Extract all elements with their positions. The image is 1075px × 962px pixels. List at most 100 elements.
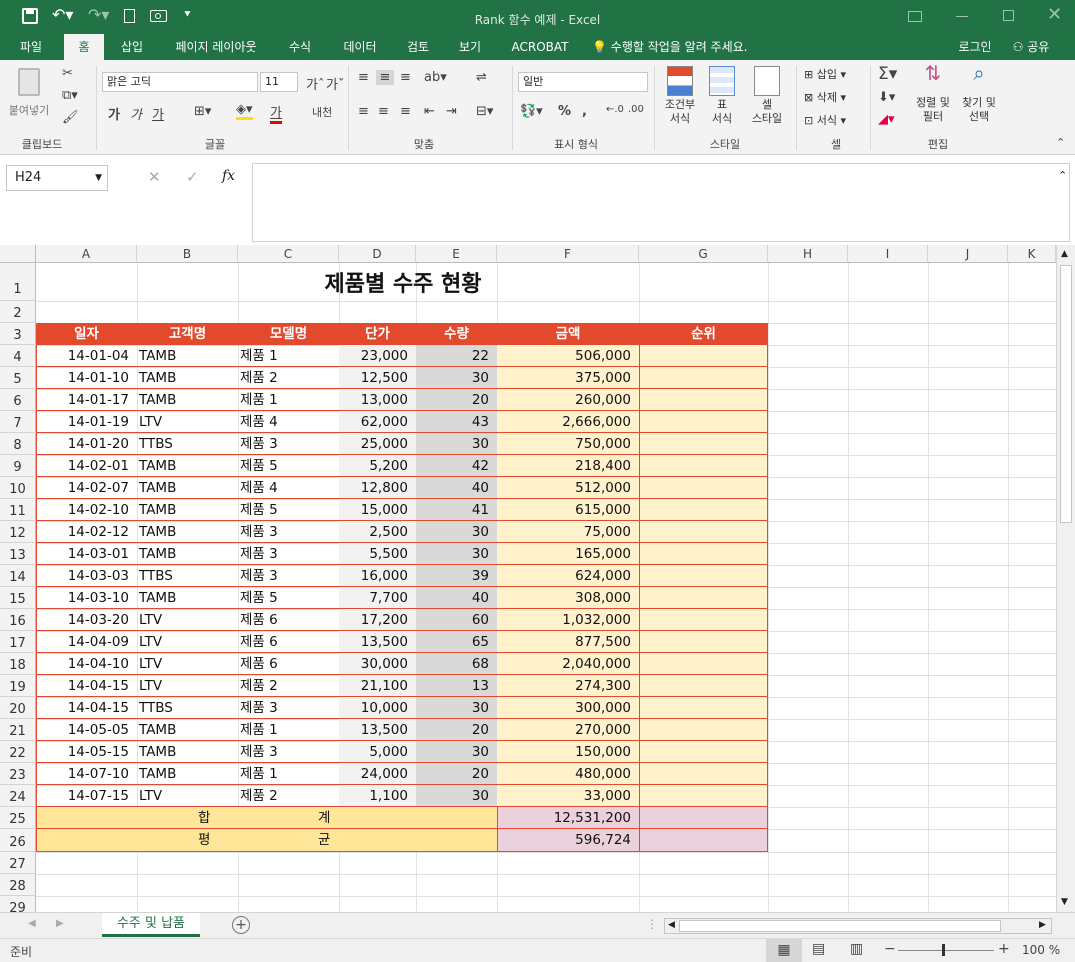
rank-cell[interactable] bbox=[639, 675, 768, 697]
column-header-b[interactable]: B bbox=[137, 245, 238, 263]
rank-cell[interactable] bbox=[639, 411, 768, 433]
model-cell[interactable]: 제품 4 bbox=[238, 477, 339, 499]
row-header-16[interactable]: 16 bbox=[0, 609, 36, 631]
amount-cell[interactable]: 480,000 bbox=[497, 763, 639, 785]
tab-insert[interactable]: 삽입 bbox=[112, 34, 152, 60]
rank-cell[interactable] bbox=[639, 477, 768, 499]
qty-cell[interactable]: 42 bbox=[416, 455, 497, 477]
tab-page-layout[interactable]: 페이지 레이아웃 bbox=[164, 34, 268, 60]
model-cell[interactable]: 제품 5 bbox=[238, 455, 339, 477]
format-as-table-button[interactable]: 표 서식 bbox=[702, 66, 742, 126]
increase-decimal-icon[interactable]: ←.0 bbox=[606, 104, 624, 115]
customer-cell[interactable]: TTBS bbox=[137, 697, 238, 719]
customer-cell[interactable]: TAMB bbox=[137, 763, 238, 785]
scroll-down-icon[interactable]: ▼ bbox=[1061, 897, 1068, 907]
date-cell[interactable]: 14-04-09 bbox=[36, 631, 137, 653]
row-header-10[interactable]: 10 bbox=[0, 477, 36, 499]
rank-cell[interactable] bbox=[639, 697, 768, 719]
share-button[interactable]: ⚇ 공유 bbox=[1006, 34, 1056, 60]
customer-cell[interactable]: TAMB bbox=[137, 477, 238, 499]
row-header-19[interactable]: 19 bbox=[0, 675, 36, 697]
row-header-8[interactable]: 8 bbox=[0, 433, 36, 455]
underline-button[interactable]: 가 bbox=[152, 104, 164, 123]
font-shrink-icon[interactable]: 가ˇ bbox=[326, 74, 344, 93]
row-header-15[interactable]: 15 bbox=[0, 587, 36, 609]
qty-cell[interactable]: 30 bbox=[416, 367, 497, 389]
price-cell[interactable]: 17,200 bbox=[339, 609, 416, 631]
align-top-icon[interactable]: ≡ bbox=[358, 70, 369, 85]
customer-cell[interactable]: LTV bbox=[137, 631, 238, 653]
currency-icon[interactable]: 💱▾ bbox=[520, 104, 543, 119]
price-cell[interactable]: 12,800 bbox=[339, 477, 416, 499]
amount-cell[interactable]: 877,500 bbox=[497, 631, 639, 653]
model-cell[interactable]: 제품 3 bbox=[238, 521, 339, 543]
delete-cells-button[interactable]: ⊠ 삭제 ▾ bbox=[804, 91, 846, 105]
customer-cell[interactable]: TAMB bbox=[137, 499, 238, 521]
sort-filter-button[interactable]: ⇅ 정렬 및 필터 bbox=[910, 63, 956, 124]
qty-cell[interactable]: 13 bbox=[416, 675, 497, 697]
model-cell[interactable]: 제품 1 bbox=[238, 345, 339, 367]
column-header-g[interactable]: G bbox=[639, 245, 768, 263]
customer-cell[interactable]: TTBS bbox=[137, 565, 238, 587]
name-box[interactable]: H24 ▼ bbox=[6, 165, 108, 191]
qty-cell[interactable]: 30 bbox=[416, 741, 497, 763]
date-cell[interactable]: 14-01-10 bbox=[36, 367, 137, 389]
bold-button[interactable]: 가 bbox=[108, 104, 120, 123]
customer-cell[interactable]: TAMB bbox=[137, 543, 238, 565]
percent-icon[interactable]: % bbox=[558, 104, 571, 119]
amount-cell[interactable]: 33,000 bbox=[497, 785, 639, 807]
vertical-scrollbar[interactable]: ▲ ▼ bbox=[1056, 245, 1075, 912]
qty-cell[interactable]: 39 bbox=[416, 565, 497, 587]
row-header-23[interactable]: 23 bbox=[0, 763, 36, 785]
qty-cell[interactable]: 20 bbox=[416, 389, 497, 411]
conditional-format-button[interactable]: 조건부 서식 bbox=[658, 66, 702, 126]
insert-cells-button[interactable]: ⊞ 삽입 ▾ bbox=[804, 68, 846, 82]
amount-cell[interactable]: 624,000 bbox=[497, 565, 639, 587]
rank-cell[interactable] bbox=[639, 389, 768, 411]
date-cell[interactable]: 14-02-07 bbox=[36, 477, 137, 499]
price-cell[interactable]: 1,100 bbox=[339, 785, 416, 807]
format-cells-button[interactable]: ⊡ 서식 ▾ bbox=[804, 114, 846, 128]
amount-cell[interactable]: 375,000 bbox=[497, 367, 639, 389]
row-header-12[interactable]: 12 bbox=[0, 521, 36, 543]
border-icon[interactable]: ⊞▾ bbox=[194, 104, 211, 119]
customer-cell[interactable]: LTV bbox=[137, 411, 238, 433]
expand-formula-icon[interactable]: ⌃ bbox=[1058, 169, 1067, 182]
customer-cell[interactable]: TAMB bbox=[137, 719, 238, 741]
model-cell[interactable]: 제품 2 bbox=[238, 785, 339, 807]
rank-cell[interactable] bbox=[639, 367, 768, 389]
customer-cell[interactable]: TAMB bbox=[137, 367, 238, 389]
date-cell[interactable]: 14-01-20 bbox=[36, 433, 137, 455]
tab-review[interactable]: 검토 bbox=[398, 34, 438, 60]
row-header-20[interactable]: 20 bbox=[0, 697, 36, 719]
model-cell[interactable]: 제품 3 bbox=[238, 741, 339, 763]
price-cell[interactable]: 30,000 bbox=[339, 653, 416, 675]
qty-cell[interactable]: 41 bbox=[416, 499, 497, 521]
model-cell[interactable]: 제품 5 bbox=[238, 587, 339, 609]
model-cell[interactable]: 제품 1 bbox=[238, 719, 339, 741]
date-cell[interactable]: 14-05-15 bbox=[36, 741, 137, 763]
price-cell[interactable]: 62,000 bbox=[339, 411, 416, 433]
price-cell[interactable]: 24,000 bbox=[339, 763, 416, 785]
align-right-icon[interactable]: ≡ bbox=[400, 104, 411, 119]
row-header-9[interactable]: 9 bbox=[0, 455, 36, 477]
row-header-25[interactable]: 25 bbox=[0, 807, 36, 829]
amount-cell[interactable]: 506,000 bbox=[497, 345, 639, 367]
amount-cell[interactable]: 150,000 bbox=[497, 741, 639, 763]
merge-center-icon[interactable]: ⊟▾ bbox=[476, 104, 493, 119]
model-cell[interactable]: 제품 2 bbox=[238, 675, 339, 697]
maximize-icon[interactable] bbox=[1003, 10, 1014, 21]
column-header-e[interactable]: E bbox=[416, 245, 497, 263]
price-cell[interactable]: 13,000 bbox=[339, 389, 416, 411]
model-cell[interactable]: 제품 2 bbox=[238, 367, 339, 389]
amount-cell[interactable]: 750,000 bbox=[497, 433, 639, 455]
horizontal-scrollbar[interactable]: ◀ ▶ bbox=[664, 918, 1052, 934]
customer-cell[interactable]: TAMB bbox=[137, 521, 238, 543]
amount-cell[interactable]: 274,300 bbox=[497, 675, 639, 697]
tab-view[interactable]: 보기 bbox=[450, 34, 490, 60]
column-header-i[interactable]: I bbox=[848, 245, 928, 263]
rank-cell[interactable] bbox=[639, 631, 768, 653]
column-header-c[interactable]: C bbox=[238, 245, 339, 263]
rank-cell[interactable] bbox=[639, 565, 768, 587]
tell-me-box[interactable]: 💡 수행할 작업을 알려 주세요. bbox=[592, 34, 764, 60]
